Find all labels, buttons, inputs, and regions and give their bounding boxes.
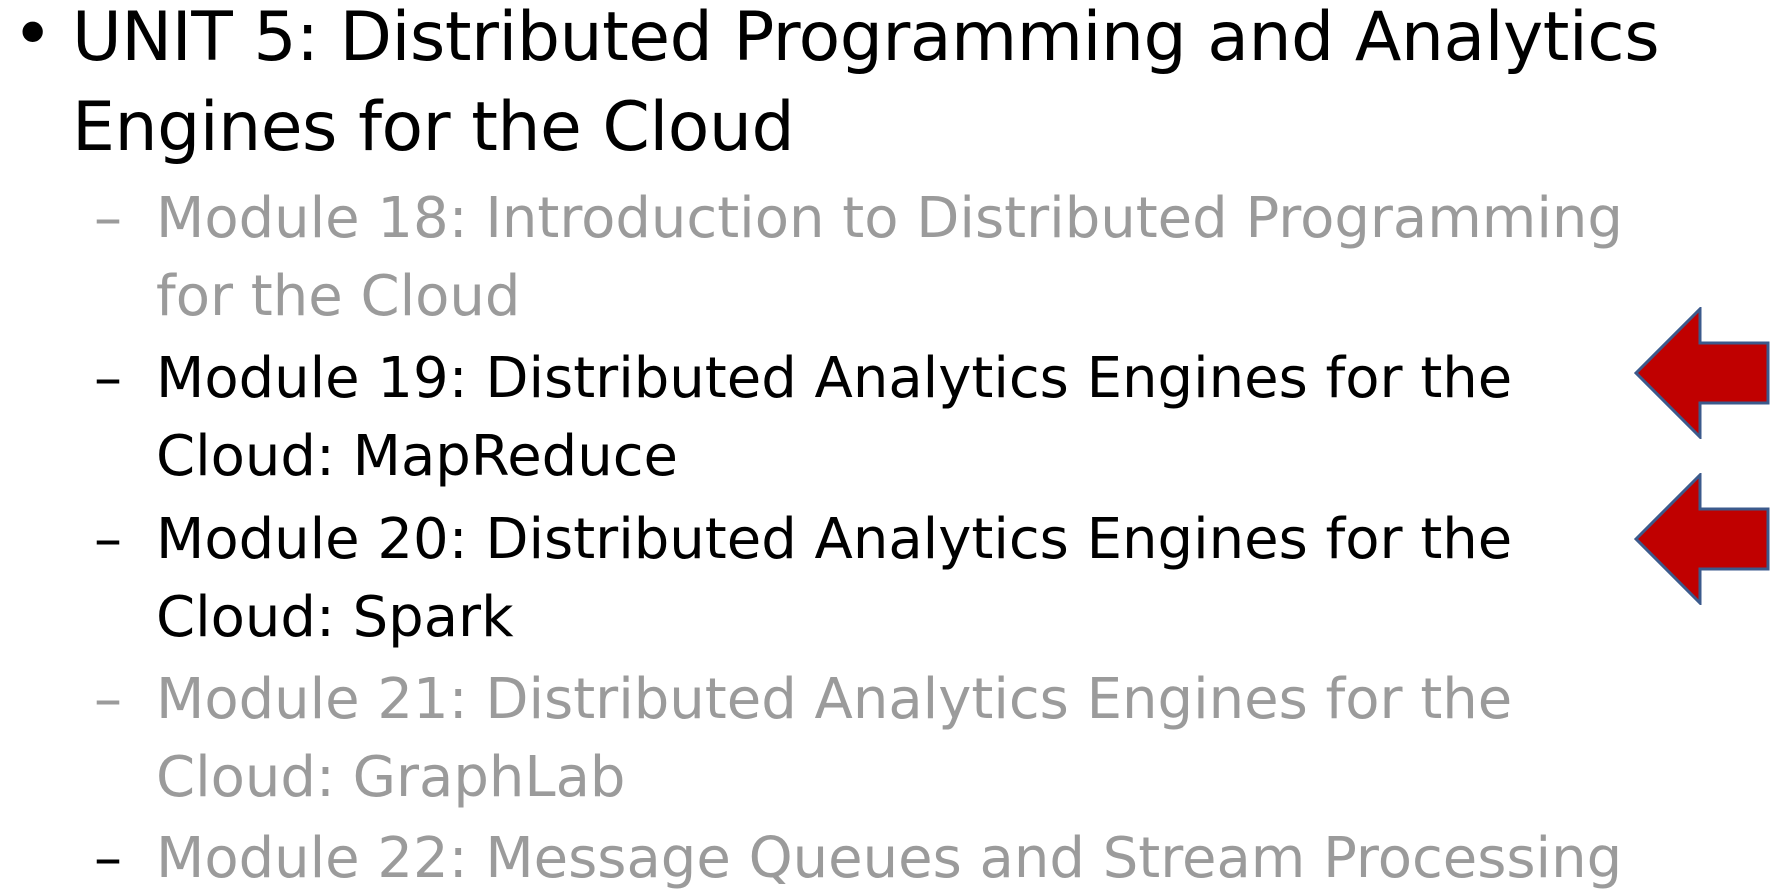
dash-icon: – bbox=[94, 186, 122, 251]
dash-icon: – bbox=[94, 826, 122, 890]
dash-icon: – bbox=[94, 346, 122, 411]
bullet-icon: • bbox=[12, 0, 54, 75]
unit-title-line-1: UNIT 5: Distributed Programming and Anal… bbox=[72, 0, 1660, 77]
module-20-line-1: Module 20: Distributed Analytics Engines… bbox=[156, 507, 1513, 572]
module-18-line-2: for the Cloud bbox=[156, 264, 521, 329]
left-arrow-icon bbox=[1634, 307, 1770, 439]
unit-title-line-2: Engines for the Cloud bbox=[72, 88, 795, 167]
unit-heading: • UNIT 5: Distributed Programming and An… bbox=[0, 0, 1783, 180]
dash-icon: – bbox=[94, 667, 122, 732]
left-arrow-icon bbox=[1634, 473, 1770, 605]
dash-icon: – bbox=[94, 507, 122, 572]
module-18-line-1: Module 18: Introduction to Distributed P… bbox=[156, 186, 1623, 251]
module-19-line-2: Cloud: MapReduce bbox=[156, 424, 678, 489]
slide: • UNIT 5: Distributed Programming and An… bbox=[0, 0, 1783, 890]
module-22-line-1: Module 22: Message Queues and Stream Pro… bbox=[156, 826, 1623, 890]
module-21-line-1: Module 21: Distributed Analytics Engines… bbox=[156, 667, 1513, 732]
module-21-line-2: Cloud: GraphLab bbox=[156, 745, 626, 810]
module-19-line-1: Module 19: Distributed Analytics Engines… bbox=[156, 346, 1513, 411]
module-20-line-2: Cloud: Spark bbox=[156, 585, 514, 650]
